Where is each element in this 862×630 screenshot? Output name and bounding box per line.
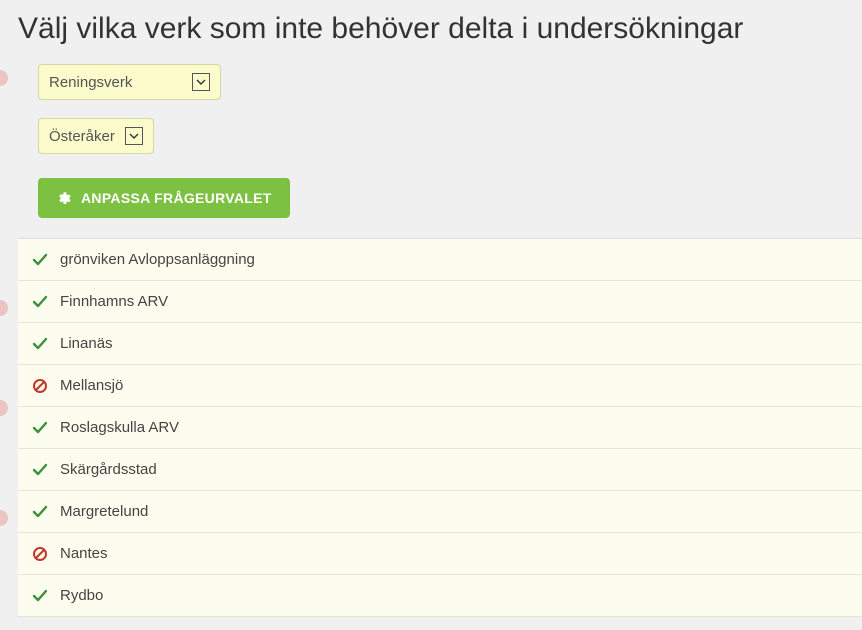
list-item[interactable]: Nantes [18,533,862,575]
customize-questions-button[interactable]: ANPASSA FRÅGEURVALET [38,178,290,218]
page-title: Välj vilka verk som inte behöver delta i… [0,0,862,64]
prohibit-icon [32,546,48,562]
list-item[interactable]: Linanäs [18,323,862,365]
check-icon [32,252,48,268]
check-icon [32,588,48,604]
list-item-label: Linanäs [60,335,113,352]
list-item-label: grönviken Avloppsanläggning [60,251,255,268]
list-item-label: Rydbo [60,587,103,604]
list-item[interactable]: Rydbo [18,575,862,617]
facility-list: grönviken Avloppsanläggning Finnhamns ARV… [18,238,862,617]
chevron-down-icon [125,127,143,145]
controls-panel: Reningsverk Österåker ANPASSA FRÅGEURVAL… [0,64,862,238]
check-icon [32,420,48,436]
list-item-label: Mellansjö [60,377,123,394]
list-item[interactable]: Finnhamns ARV [18,281,862,323]
list-item[interactable]: Mellansjö [18,365,862,407]
municipality-select[interactable]: Österåker [38,118,154,154]
list-item-label: Roslagskulla ARV [60,419,179,436]
list-item-label: Margretelund [60,503,148,520]
list-item-label: Skärgårdsstad [60,461,157,478]
type-select-value: Reningsverk [49,74,192,91]
check-icon [32,462,48,478]
list-item-label: Finnhamns ARV [60,293,168,310]
check-icon [32,504,48,520]
customize-button-label: ANPASSA FRÅGEURVALET [81,190,272,206]
list-item[interactable]: Margretelund [18,491,862,533]
list-item-label: Nantes [60,545,108,562]
side-badge-decor [0,300,8,316]
list-item[interactable]: Roslagskulla ARV [18,407,862,449]
check-icon [32,336,48,352]
gear-icon [56,191,71,206]
type-select[interactable]: Reningsverk [38,64,221,100]
chevron-down-icon [192,73,210,91]
prohibit-icon [32,378,48,394]
check-icon [32,294,48,310]
side-badge-decor [0,400,8,416]
list-item[interactable]: Skärgårdsstad [18,449,862,491]
list-item[interactable]: grönviken Avloppsanläggning [18,239,862,281]
side-badge-decor [0,510,8,526]
municipality-select-value: Österåker [49,128,125,145]
